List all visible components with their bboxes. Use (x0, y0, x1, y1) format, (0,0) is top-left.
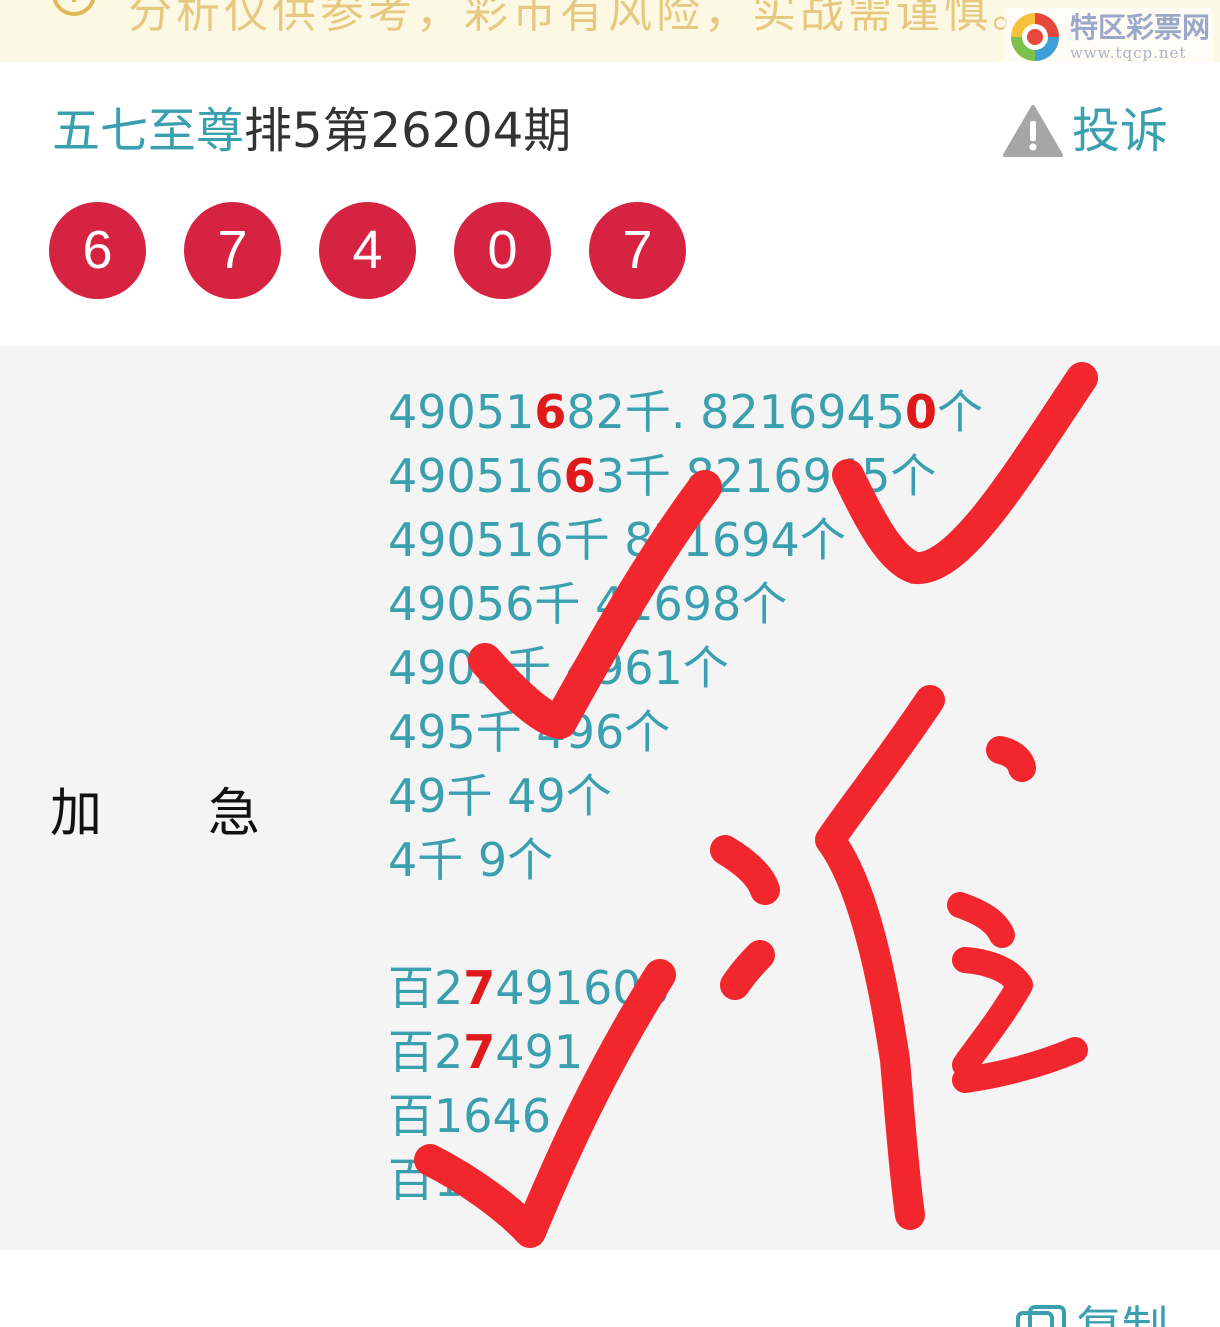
prediction-line (388, 892, 983, 956)
copy-label: 复制 (1076, 1298, 1168, 1327)
prediction-line: 百1646 (388, 1084, 983, 1148)
result-ball: 7 (184, 202, 281, 299)
prediction-line: 百1 (388, 1148, 983, 1212)
prediction-line: 百27491 (388, 1020, 983, 1084)
line-text: 4905千 4961个 (388, 641, 729, 695)
prediction-line: 49千 49个 (388, 764, 983, 828)
result-ball: 7 (589, 202, 686, 299)
report-label: 投诉 (1071, 103, 1168, 159)
prediction-line: 4千 9个 (388, 828, 983, 892)
prediction-lines: 49051682千. 82169450个 49051663千 8216945个 49… (388, 380, 983, 1212)
author-link[interactable]: 五七至尊 (52, 103, 244, 159)
watermark-url: www.tqcp.net (1069, 43, 1187, 62)
line-text: 百2 (388, 961, 464, 1015)
line-text: 490516千 821694个 (388, 513, 846, 567)
copy-button[interactable]: 复制 (1016, 1298, 1168, 1327)
prediction-label: 加 急 (50, 771, 260, 846)
line-text: 49051 (388, 385, 535, 439)
line-text: 49千 49个 (388, 769, 612, 823)
prediction-line: 495千 496个 (388, 700, 983, 764)
line-text: 3千 8216945个 (595, 449, 937, 503)
disclaimer-text: 分析仅供参考，彩市有风险，实战需谨慎。 (128, 0, 1040, 38)
label-char: 加 (50, 784, 103, 844)
line-text: 490516 (388, 449, 564, 503)
line-text: 82千. 8216945 (566, 385, 906, 439)
highlight-digit: 7 (463, 1025, 496, 1079)
result-ball: 6 (49, 202, 146, 299)
line-text: 百2 (388, 1025, 464, 1079)
line-text: 491605 (495, 961, 671, 1015)
site-logo-icon (1010, 13, 1059, 61)
title-row: 五七至尊排5第26204期 投诉 (52, 96, 1168, 166)
highlight-digit: 6 (534, 385, 567, 439)
draw-result: 6 7 4 0 7 (49, 202, 686, 299)
info-icon (52, 0, 96, 16)
prediction-line: 490516千 821694个 (388, 508, 983, 572)
label-char: 急 (207, 784, 260, 844)
prediction-line: 49051682千. 82169450个 (388, 380, 983, 444)
line-text: 个 (937, 385, 984, 439)
line-text: 491 (495, 1025, 584, 1079)
issue-title: 排5第26204期 (244, 103, 572, 159)
line-text: 百1646 (388, 1089, 552, 1143)
line-text: 4千 9个 (388, 833, 554, 887)
disclaimer-banner: 分析仅供参考，彩市有风险，实战需谨慎。 特区彩票网 www.tqcp.net (0, 0, 1220, 62)
prediction-line: 49056千 41698个 (388, 572, 983, 636)
highlight-digit: 6 (563, 449, 596, 503)
line-text: 495千 496个 (388, 705, 671, 759)
line-text: 49056千 41698个 (388, 577, 788, 631)
result-ball: 4 (319, 202, 416, 299)
page-title: 五七至尊排5第26204期 (52, 96, 571, 166)
watermark-name: 特区彩票网 (1069, 10, 1210, 44)
line-text: 百1 (388, 1153, 464, 1207)
prediction-line: 4905千 4961个 (388, 636, 983, 700)
prediction-line: 49051663千 8216945个 (388, 444, 983, 508)
highlight-digit: 0 (905, 385, 938, 439)
prediction-line: 百27491605 (388, 956, 983, 1020)
warning-icon (1002, 105, 1063, 157)
site-watermark: 特区彩票网 www.tqcp.net (1003, 8, 1214, 62)
copy-icon (1016, 1305, 1066, 1327)
result-ball: 0 (454, 202, 551, 299)
highlight-digit: 7 (463, 961, 496, 1015)
page: 分析仅供参考，彩市有风险，实战需谨慎。 特区彩票网 www.tqcp.net 五… (0, 0, 1220, 1327)
report-button[interactable]: 投诉 (1002, 96, 1168, 166)
